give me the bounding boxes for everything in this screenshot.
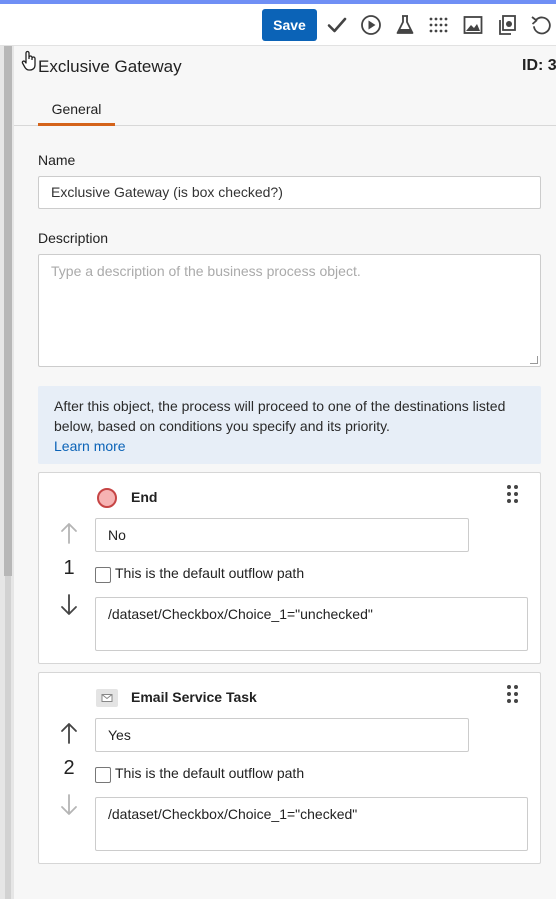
info-banner: After this object, the process will proc…: [38, 386, 541, 464]
tab-bar: General: [14, 96, 556, 126]
flask-icon[interactable]: [394, 14, 416, 36]
left-scrollbar[interactable]: [0, 46, 14, 899]
move-down-arrow-icon[interactable]: [59, 793, 79, 817]
condition-name-input[interactable]: Yes: [95, 718, 469, 752]
end-event-circle-icon: [97, 488, 117, 508]
condition-name-input[interactable]: No: [95, 518, 469, 552]
page-title: Exclusive Gateway: [38, 57, 182, 76]
toolbar: Save: [0, 4, 556, 46]
info-text: After this object, the process will proc…: [54, 398, 506, 434]
condition-expression-input[interactable]: /dataset/Checkbox/Choice_1="unchecked": [95, 597, 528, 651]
default-outflow-label: This is the default outflow path: [115, 565, 305, 581]
learn-more-link[interactable]: Learn more: [54, 438, 126, 454]
outflow-card: Email Service Task 2 Yes This is the def…: [38, 672, 541, 864]
priority-number: 1: [63, 557, 75, 579]
outflow-card: End 1 No This is the default outflow pat…: [38, 472, 541, 664]
image-icon[interactable]: [462, 14, 484, 36]
target-node-label: End: [131, 489, 158, 505]
default-outflow-label: This is the default outflow path: [115, 765, 305, 781]
default-outflow-checkbox[interactable]: [95, 567, 111, 583]
condition-expression-input[interactable]: /dataset/Checkbox/Choice_1="checked": [95, 797, 528, 851]
grid-dots-icon[interactable]: [428, 14, 450, 36]
description-textarea[interactable]: Type a description of the business proce…: [38, 254, 541, 367]
scrollbar-thumb[interactable]: [4, 46, 12, 576]
drag-handle-icon[interactable]: [507, 485, 519, 503]
target-node-label: Email Service Task: [131, 689, 257, 705]
email-icon: [96, 689, 118, 707]
default-outflow-checkbox[interactable]: [95, 767, 111, 783]
move-down-arrow-icon[interactable]: [59, 593, 79, 617]
priority-number: 2: [63, 757, 75, 779]
description-label: Description: [38, 230, 109, 246]
name-label: Name: [38, 152, 76, 168]
check-icon[interactable]: [326, 14, 348, 36]
name-input[interactable]: Exclusive Gateway (is box checked?): [38, 176, 541, 209]
play-icon[interactable]: [360, 14, 382, 36]
resize-handle-icon[interactable]: [530, 356, 538, 364]
move-up-arrow-icon[interactable]: [59, 721, 79, 745]
save-button[interactable]: Save: [262, 9, 317, 41]
description-placeholder: Type a description of the business proce…: [51, 263, 361, 279]
object-id: ID: 3: [522, 57, 556, 74]
drag-handle-icon[interactable]: [507, 685, 519, 703]
hand-cursor-icon: [21, 50, 36, 71]
scrollbar-track: [5, 576, 11, 899]
undo-icon[interactable]: [530, 14, 552, 36]
tab-general[interactable]: General: [38, 96, 115, 126]
move-up-arrow-icon[interactable]: [59, 521, 79, 545]
copy-icon[interactable]: [496, 14, 518, 36]
